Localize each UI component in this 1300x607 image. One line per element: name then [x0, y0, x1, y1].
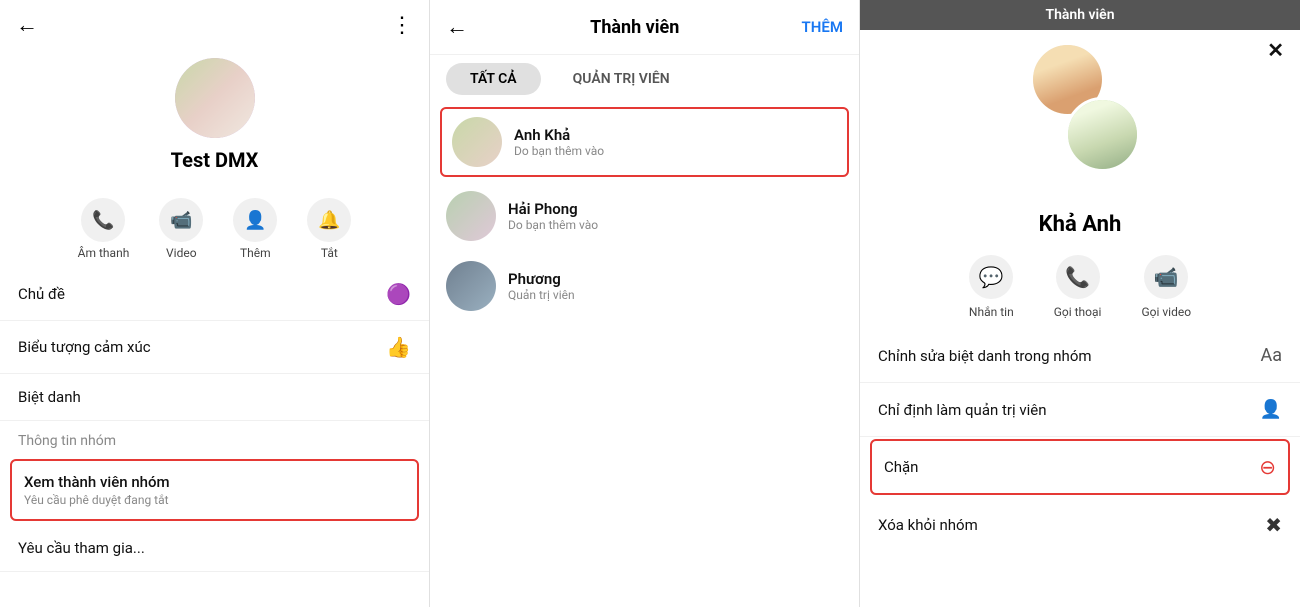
members-list: Anh Khả Do bạn thêm vào Hải Phong Do bạn…	[430, 103, 859, 607]
bieu-tuong-label: Biểu tượng cảm xúc	[18, 338, 151, 356]
add-member-them-button[interactable]: THÊM	[802, 18, 843, 36]
block-icon: ⊖	[1259, 455, 1276, 479]
chu-de-label: Chủ đề	[18, 285, 65, 303]
profile3-name: Khả Anh	[1039, 212, 1122, 237]
panel3-title: Thành viên	[1045, 7, 1114, 23]
message-label: Nhắn tin	[969, 305, 1014, 319]
remove-icon: ✖	[1265, 513, 1282, 537]
assign-admin-item[interactable]: Chỉ định làm quản trị viên 👤	[860, 383, 1300, 437]
action3-buttons-row: 💬 Nhắn tin 📞 Gọi thoại 📹 Gọi video	[860, 245, 1300, 329]
message-icon: 💬	[969, 255, 1013, 299]
assign-admin-label: Chỉ định làm quản trị viên	[878, 401, 1047, 419]
video-call-button[interactable]: 📹 Video	[159, 198, 203, 260]
member-hai-phong[interactable]: Hải Phong Do bạn thêm vào	[430, 181, 859, 251]
group-name: Test DMX	[171, 148, 259, 172]
video-call-icon: 📹	[1144, 255, 1188, 299]
member-info-hai-phong: Hải Phong Do bạn thêm vào	[508, 200, 598, 232]
member-sub-phuong: Quản trị viên	[508, 288, 575, 302]
tab-admin[interactable]: QUẢN TRỊ VIÊN	[549, 63, 694, 95]
message-button[interactable]: 💬 Nhắn tin	[969, 255, 1014, 319]
remove-label: Xóa khỏi nhóm	[878, 516, 978, 534]
panel-group-info: ← ⋮ Test DMX 📞 Âm thanh 📹 Video 👤 Thêm 🔔…	[0, 0, 430, 607]
close-button[interactable]: ✕	[1267, 38, 1284, 62]
woman-avatar	[1065, 97, 1140, 172]
member-phuong[interactable]: Phương Quản trị viên	[430, 251, 859, 321]
voice-call-label: Gọi thoại	[1054, 305, 1102, 319]
panel3-menu: Chỉnh sửa biệt danh trong nhóm Aa Chỉ đị…	[860, 329, 1300, 607]
edit-nickname-item[interactable]: Chỉnh sửa biệt danh trong nhóm Aa	[860, 329, 1300, 383]
yeu-cau-label: Yêu cầu tham gia...	[18, 539, 145, 557]
member-sub-anh-kha: Do bạn thêm vào	[514, 144, 604, 158]
member-sub-hai-phong: Do bạn thêm vào	[508, 218, 598, 232]
panel3-header-bar: Thành viên	[860, 0, 1300, 30]
audio-label: Âm thanh	[78, 246, 130, 260]
yeu-cau-item[interactable]: Yêu cầu tham gia...	[0, 525, 429, 572]
mute-button[interactable]: 🔔 Tắt	[307, 198, 351, 260]
action-buttons-row: 📞 Âm thanh 📹 Video 👤 Thêm 🔔 Tắt	[0, 188, 429, 268]
avatar	[175, 58, 255, 138]
panel1-header: ← ⋮	[0, 0, 429, 50]
block-item[interactable]: Chặn ⊖	[870, 439, 1290, 495]
person-icon: 👤	[1260, 399, 1282, 420]
panel2-back-button[interactable]: ←	[446, 14, 468, 40]
member-name-anh-kha: Anh Khả	[514, 126, 604, 144]
chu-de-item[interactable]: Chủ đề 🟣	[0, 268, 429, 321]
view-members-title: Xem thành viên nhóm	[24, 473, 405, 491]
block-label: Chặn	[884, 458, 918, 476]
video-icon: 📹	[159, 198, 203, 242]
phone-icon: 📞	[81, 198, 125, 242]
profile3-section: Khả Anh	[860, 30, 1300, 245]
back-button[interactable]: ←	[16, 12, 38, 38]
biet-danh-item[interactable]: Biệt danh	[0, 374, 429, 421]
view-members-sub: Yêu cầu phê duyệt đang tắt	[24, 493, 405, 507]
add-member-button[interactable]: 👤 Thêm	[233, 198, 277, 260]
video-label: Video	[166, 246, 197, 260]
purple-circle-icon: 🟣	[386, 282, 411, 306]
tab-all[interactable]: TẤT CẢ	[446, 63, 541, 95]
member-avatar-anh-kha	[452, 117, 502, 167]
add-label: Thêm	[240, 246, 271, 260]
more-options-button[interactable]: ⋮	[391, 13, 413, 38]
thumbs-up-icon: 👍	[386, 335, 411, 359]
view-members-button[interactable]: Xem thành viên nhóm Yêu cầu phê duyệt đa…	[10, 459, 419, 521]
video-call-label: Gọi video	[1141, 305, 1191, 319]
panel-members-list: ← Thành viên THÊM TẤT CẢ QUẢN TRỊ VIÊN A…	[430, 0, 860, 607]
member-name-hai-phong: Hải Phong	[508, 200, 598, 218]
member-info-anh-kha: Anh Khả Do bạn thêm vào	[514, 126, 604, 158]
member-avatar-hai-phong	[446, 191, 496, 241]
profile3-avatar-composite	[1015, 42, 1145, 172]
profile-section: Test DMX	[0, 50, 429, 188]
voice-call-icon: 📞	[1056, 255, 1100, 299]
panel2-title: Thành viên	[590, 17, 679, 38]
audio-call-button[interactable]: 📞 Âm thanh	[78, 198, 130, 260]
member-anh-kha[interactable]: Anh Khả Do bạn thêm vào	[440, 107, 849, 177]
text-aa-icon: Aa	[1260, 345, 1282, 366]
panel-member-detail: Thành viên ✕ Khả Anh 💬 Nhắn tin 📞 Gọi th…	[860, 0, 1300, 607]
remove-from-group-item[interactable]: Xóa khỏi nhóm ✖	[860, 497, 1300, 553]
tab-bar: TẤT CẢ QUẢN TRỊ VIÊN	[430, 55, 859, 103]
mute-label: Tắt	[321, 246, 338, 260]
biet-danh-label: Biệt danh	[18, 388, 81, 406]
bell-icon: 🔔	[307, 198, 351, 242]
voice-call-button[interactable]: 📞 Gọi thoại	[1054, 255, 1102, 319]
edit-nickname-label: Chỉnh sửa biệt danh trong nhóm	[878, 347, 1092, 365]
member-avatar-phuong	[446, 261, 496, 311]
member-info-phuong: Phương Quản trị viên	[508, 270, 575, 302]
member-name-phuong: Phương	[508, 270, 575, 288]
panel2-header: ← Thành viên THÊM	[430, 0, 859, 55]
bieu-tuong-item[interactable]: Biểu tượng cảm xúc 👍	[0, 321, 429, 374]
video-call-button[interactable]: 📹 Gọi video	[1141, 255, 1191, 319]
add-person-icon: 👤	[233, 198, 277, 242]
section-header: Thông tin nhóm	[0, 421, 429, 455]
